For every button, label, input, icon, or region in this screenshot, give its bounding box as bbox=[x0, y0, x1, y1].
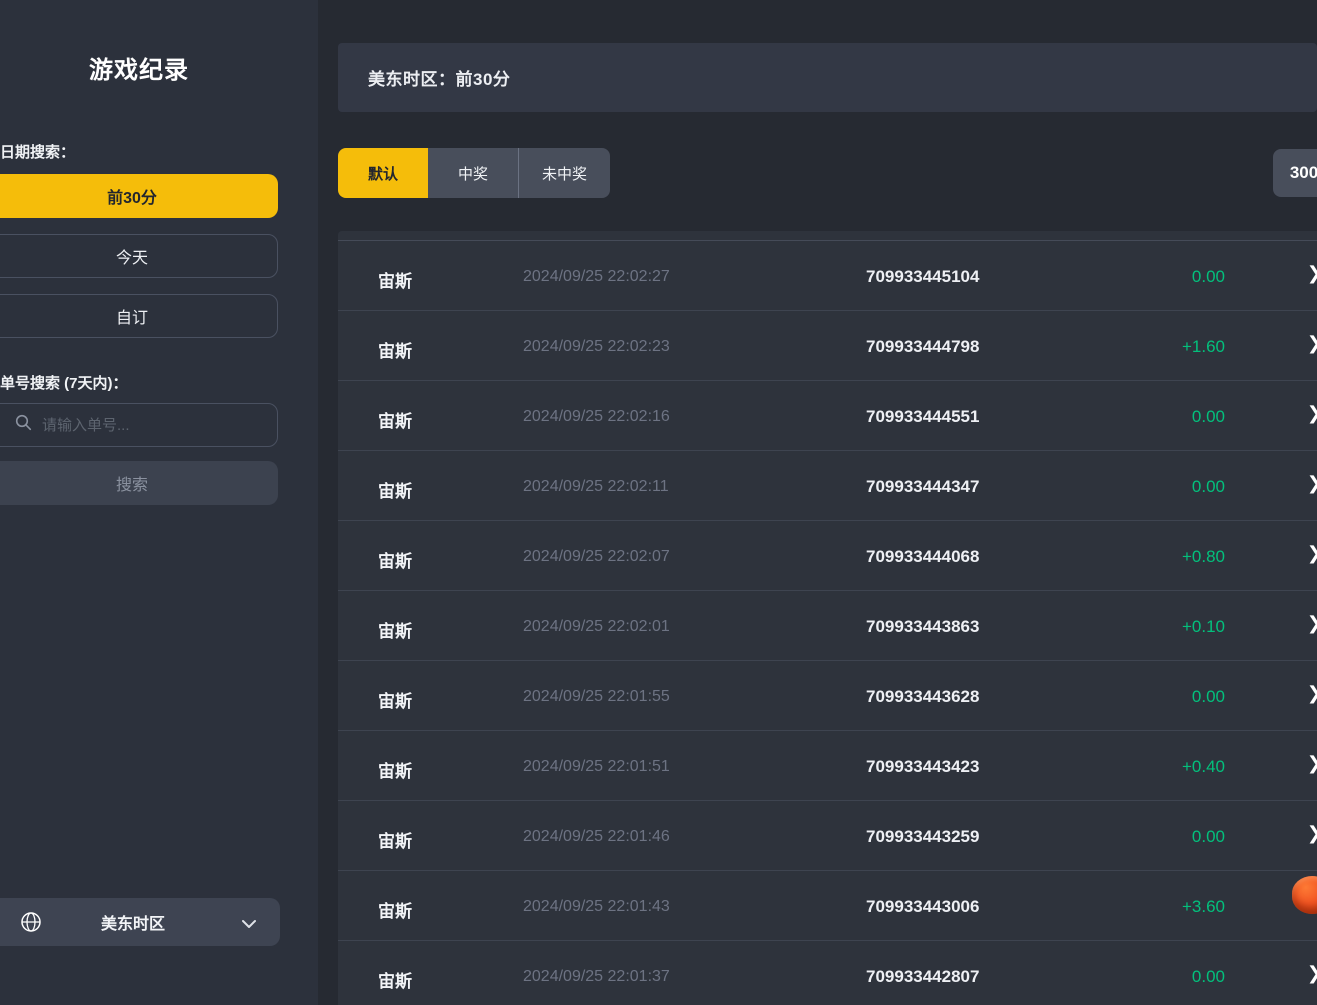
row-timestamp: 2024/09/25 22:01:55 bbox=[523, 688, 670, 706]
table-row[interactable]: 宙斯 2024/09/25 22:02:27 709933445104 0.00… bbox=[338, 241, 1317, 311]
row-amount: +0.40 bbox=[1182, 757, 1225, 777]
globe-icon bbox=[20, 911, 42, 938]
row-amount: 0.00 bbox=[1192, 407, 1225, 427]
table-row[interactable]: 宙斯 2024/09/25 22:01:51 709933443423 +0.4… bbox=[338, 731, 1317, 801]
rows-container: 宙斯 2024/09/25 22:02:27 709933445104 0.00… bbox=[338, 241, 1317, 1005]
chevron-right-icon[interactable]: ❯ bbox=[1307, 753, 1317, 774]
row-amount: +0.10 bbox=[1182, 617, 1225, 637]
row-amount: 0.00 bbox=[1192, 267, 1225, 287]
row-timestamp: 2024/09/25 22:02:11 bbox=[523, 478, 669, 496]
row-amount: +3.60 bbox=[1182, 897, 1225, 917]
page-size-button[interactable]: 300 bbox=[1273, 149, 1317, 197]
partial-row bbox=[338, 231, 1317, 241]
chevron-right-icon[interactable]: ❯ bbox=[1307, 263, 1317, 284]
row-order-id: 709933442807 bbox=[866, 967, 979, 987]
row-timestamp: 2024/09/25 22:01:43 bbox=[523, 898, 670, 916]
table-row[interactable]: 宙斯 2024/09/25 22:02:23 709933444798 +1.6… bbox=[338, 311, 1317, 381]
row-game-name: 宙斯 bbox=[378, 687, 412, 712]
row-order-id: 709933444068 bbox=[866, 547, 979, 567]
search-icon bbox=[15, 414, 32, 436]
row-game-name: 宙斯 bbox=[378, 477, 412, 502]
row-game-name: 宙斯 bbox=[378, 547, 412, 572]
row-game-name: 宙斯 bbox=[378, 407, 412, 432]
date-filter-today-button[interactable]: 今天 bbox=[0, 234, 278, 278]
row-amount: 0.00 bbox=[1192, 477, 1225, 497]
records-table: 宙斯 2024/09/25 22:02:27 709933445104 0.00… bbox=[338, 231, 1317, 1005]
table-row[interactable]: 宙斯 2024/09/25 22:01:37 709933442807 0.00… bbox=[338, 941, 1317, 1005]
chevron-right-icon[interactable]: ❯ bbox=[1307, 333, 1317, 354]
row-amount: +0.80 bbox=[1182, 547, 1225, 567]
row-game-name: 宙斯 bbox=[378, 967, 412, 992]
row-timestamp: 2024/09/25 22:01:46 bbox=[523, 828, 670, 846]
table-row[interactable]: 宙斯 2024/09/25 22:02:01 709933443863 +0.1… bbox=[338, 591, 1317, 661]
row-game-name: 宙斯 bbox=[378, 757, 412, 782]
row-game-name: 宙斯 bbox=[378, 267, 412, 292]
row-game-name: 宙斯 bbox=[378, 827, 412, 852]
chevron-right-icon[interactable]: ❯ bbox=[1307, 543, 1317, 564]
tab-lose[interactable]: 未中奖 bbox=[518, 148, 610, 198]
chevron-right-icon[interactable]: ❯ bbox=[1307, 613, 1317, 634]
row-order-id: 709933443628 bbox=[866, 687, 979, 707]
result-filter-tabs: 默认 中奖 未中奖 bbox=[338, 148, 610, 198]
table-row[interactable]: 宙斯 2024/09/25 22:02:07 709933444068 +0.8… bbox=[338, 521, 1317, 591]
row-timestamp: 2024/09/25 22:02:16 bbox=[523, 408, 670, 426]
row-order-id: 709933444798 bbox=[866, 337, 979, 357]
filter-summary-bar: 美东时区：前30分 bbox=[338, 43, 1317, 112]
order-search-label: 单号搜索 (7天内)： bbox=[0, 372, 128, 393]
game-records-screen: 游戏纪录 日期搜索： 前30分 今天 自订 单号搜索 (7天内)： 搜索 bbox=[0, 0, 1317, 1005]
row-game-name: 宙斯 bbox=[378, 897, 412, 922]
row-game-name: 宙斯 bbox=[378, 337, 412, 362]
row-order-id: 709933445104 bbox=[866, 267, 979, 287]
row-order-id: 709933443423 bbox=[866, 757, 979, 777]
table-row[interactable]: 宙斯 2024/09/25 22:01:43 709933443006 +3.6… bbox=[338, 871, 1317, 941]
row-timestamp: 2024/09/25 22:02:23 bbox=[523, 338, 670, 356]
tab-default[interactable]: 默认 bbox=[338, 148, 428, 198]
filter-summary-text: 美东时区：前30分 bbox=[368, 65, 510, 90]
row-order-id: 709933444347 bbox=[866, 477, 979, 497]
tab-win[interactable]: 中奖 bbox=[428, 148, 518, 198]
row-amount: 0.00 bbox=[1192, 827, 1225, 847]
table-row[interactable]: 宙斯 2024/09/25 22:02:16 709933444551 0.00… bbox=[338, 381, 1317, 451]
row-order-id: 709933443259 bbox=[866, 827, 979, 847]
date-filter-custom-button[interactable]: 自订 bbox=[0, 294, 278, 338]
chevron-right-icon[interactable]: ❯ bbox=[1307, 823, 1317, 844]
chevron-right-icon[interactable]: ❯ bbox=[1307, 963, 1317, 984]
row-timestamp: 2024/09/25 22:02:01 bbox=[523, 618, 670, 636]
row-order-id: 709933444551 bbox=[866, 407, 979, 427]
row-order-id: 709933443006 bbox=[866, 897, 979, 917]
row-amount: +1.60 bbox=[1182, 337, 1225, 357]
row-timestamp: 2024/09/25 22:01:37 bbox=[523, 968, 670, 986]
order-search-input[interactable] bbox=[42, 417, 242, 434]
order-search-box bbox=[0, 403, 278, 447]
row-amount: 0.00 bbox=[1192, 687, 1225, 707]
date-filter-last30min-button[interactable]: 前30分 bbox=[0, 174, 278, 218]
page-title: 游戏纪录 bbox=[0, 50, 278, 85]
table-row[interactable]: 宙斯 2024/09/25 22:01:46 709933443259 0.00… bbox=[338, 801, 1317, 871]
row-timestamp: 2024/09/25 22:01:51 bbox=[523, 758, 670, 776]
timezone-selector[interactable]: 美东时区 bbox=[0, 898, 280, 946]
sidebar: 游戏纪录 日期搜索： 前30分 今天 自订 单号搜索 (7天内)： 搜索 bbox=[0, 0, 318, 1005]
row-order-id: 709933443863 bbox=[866, 617, 979, 637]
chevron-right-icon[interactable]: ❯ bbox=[1307, 683, 1317, 704]
chevron-right-icon[interactable]: ❯ bbox=[1307, 473, 1317, 494]
chevron-right-icon[interactable]: ❯ bbox=[1307, 403, 1317, 424]
search-button[interactable]: 搜索 bbox=[0, 461, 278, 505]
row-timestamp: 2024/09/25 22:02:27 bbox=[523, 268, 670, 286]
row-game-name: 宙斯 bbox=[378, 617, 412, 642]
table-row[interactable]: 宙斯 2024/09/25 22:02:11 709933444347 0.00… bbox=[338, 451, 1317, 521]
row-timestamp: 2024/09/25 22:02:07 bbox=[523, 548, 670, 566]
row-amount: 0.00 bbox=[1192, 967, 1225, 987]
table-row[interactable]: 宙斯 2024/09/25 22:01:55 709933443628 0.00… bbox=[338, 661, 1317, 731]
timezone-label: 美东时区 bbox=[0, 910, 280, 934]
date-search-label: 日期搜索： bbox=[0, 141, 75, 162]
chevron-down-icon bbox=[242, 916, 256, 934]
main-content: 美东时区：前30分 默认 中奖 未中奖 300 宙斯 2024/09/25 22… bbox=[318, 0, 1317, 1005]
